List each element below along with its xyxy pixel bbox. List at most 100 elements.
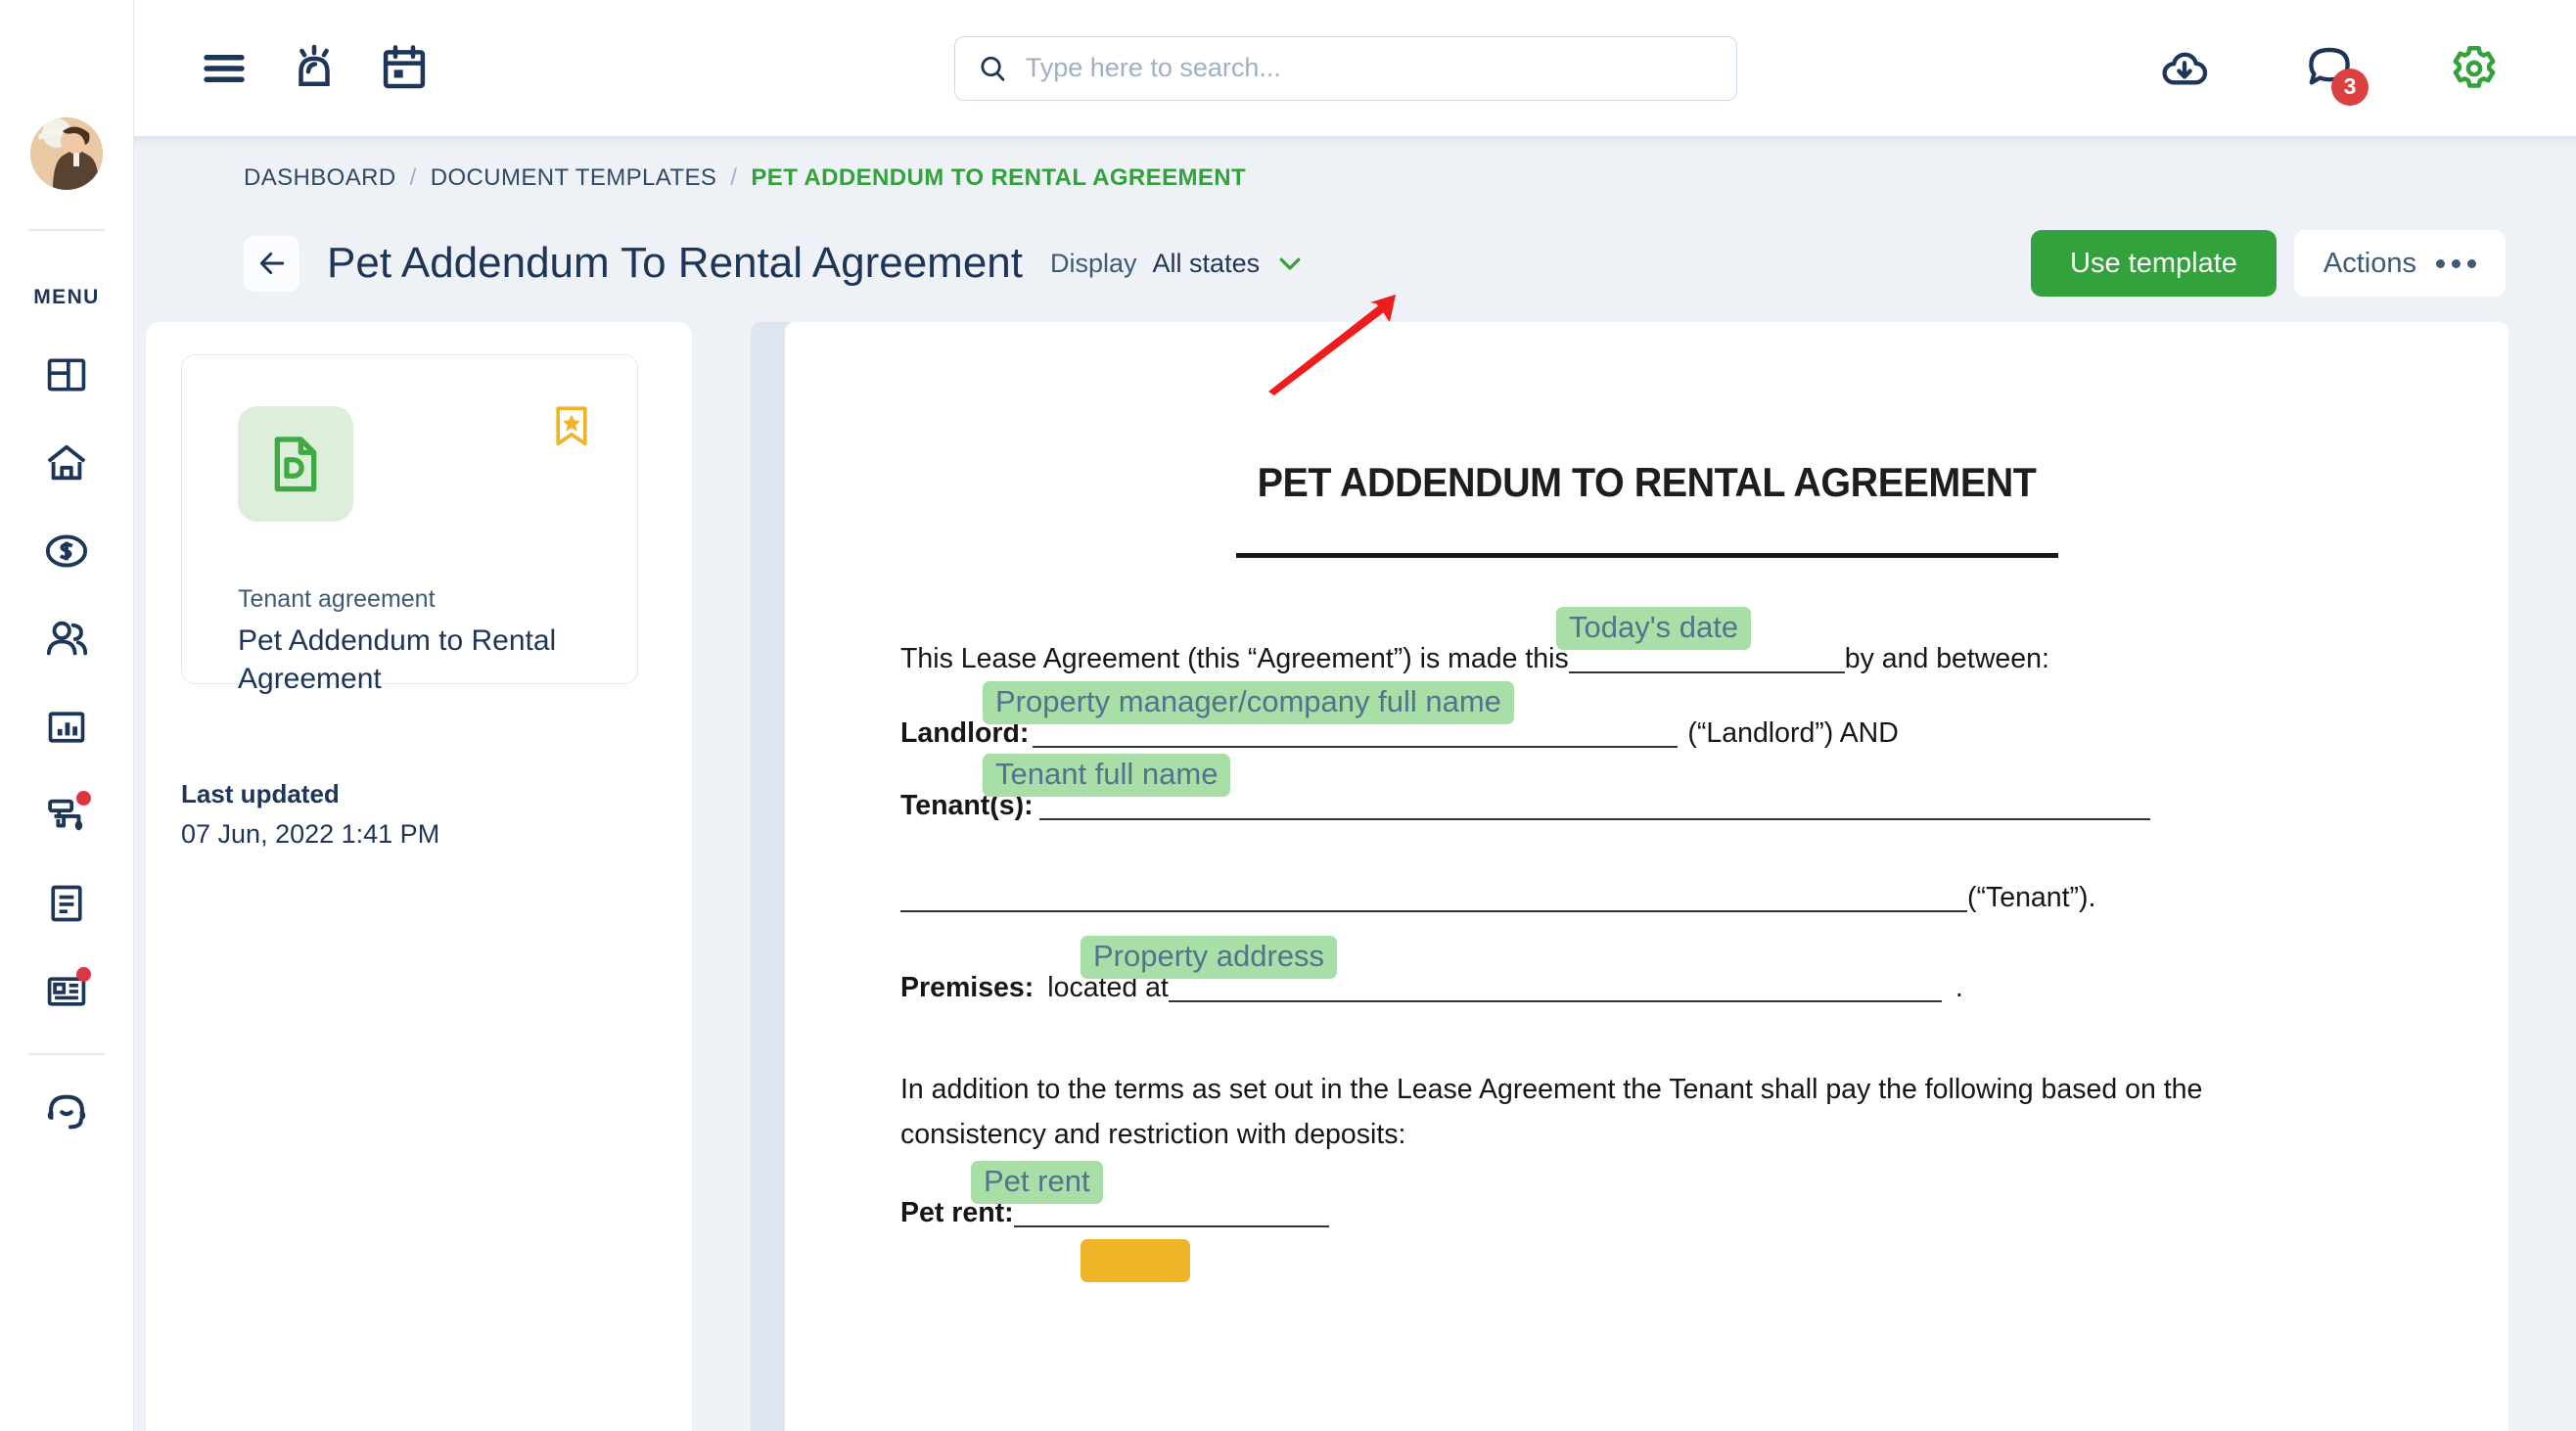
- chat-count-badge: 3: [2331, 68, 2369, 106]
- bookmark-star-icon: [556, 406, 587, 446]
- document-line-tenant-continued: (“Tenant”).: [900, 883, 2393, 912]
- sidebar-item-finance[interactable]: [23, 507, 111, 595]
- display-filter-label: Display: [1050, 248, 1137, 278]
- placeholder-property-address[interactable]: Property address: [1081, 936, 1338, 979]
- breadcrumb-item-dashboard[interactable]: DASHBOARD: [244, 164, 396, 192]
- back-button[interactable]: [244, 235, 299, 292]
- calendar-icon: [383, 44, 426, 88]
- document-line-agreement-date: This Lease Agreement (this “Agreement”) …: [900, 607, 2393, 674]
- topbar-left-icons: [134, 23, 449, 114]
- page-title: Pet Addendum To Rental Agreement: [327, 239, 1024, 287]
- agreement-intro-suffix: by and between:: [1844, 642, 2049, 674]
- placeholder-clipped-next[interactable]: [1081, 1239, 1191, 1283]
- document-page: PET ADDENDUM TO RENTAL AGREEMENT This Le…: [785, 322, 2508, 1431]
- document-line-pet-rent: Pet rent: Pet rent: [900, 1161, 2393, 1228]
- page-header-actions: Use template Actions: [2031, 230, 2506, 297]
- sidebar-item-dashboard[interactable]: [23, 331, 111, 419]
- document-paragraph-terms: In addition to the terms as set out in t…: [900, 1074, 2203, 1151]
- bar-chart-icon: [48, 712, 85, 743]
- notification-dot-badge: [76, 967, 91, 982]
- document-line-premises: Premises: located at . Property address: [900, 936, 2393, 1003]
- agreement-intro-text: This Lease Agreement (this “Agreement”) …: [900, 642, 1569, 674]
- headset-support-icon: [47, 1094, 86, 1130]
- content-area: DASHBOARD / DOCUMENT TEMPLATES / PET ADD…: [134, 136, 2576, 1431]
- cloud-download-icon: [2162, 52, 2208, 84]
- template-name: Pet Addendum to Rental Agreement: [238, 624, 557, 695]
- placeholder-tenant-name[interactable]: Tenant full name: [983, 754, 1231, 797]
- hamburger-menu-icon: [204, 54, 245, 82]
- avatar[interactable]: [30, 117, 103, 190]
- document-d-icon: [274, 437, 317, 492]
- breadcrumb-separator: /: [409, 164, 417, 191]
- template-icon-box: [238, 406, 353, 522]
- search-container: [954, 35, 1737, 101]
- search-box[interactable]: [954, 35, 1737, 101]
- breadcrumb: DASHBOARD / DOCUMENT TEMPLATES / PET ADD…: [244, 164, 1246, 192]
- topbar-shadow: [134, 136, 2576, 146]
- document-text-icon: [51, 885, 82, 922]
- chevron-down-icon: [1279, 257, 1301, 270]
- search-icon: [981, 56, 1005, 81]
- document-line-tenant: Tenant(s): Tenant full name: [900, 754, 2393, 820]
- sidebar-item-documents[interactable]: [23, 859, 111, 947]
- document-title-rule: [1235, 553, 2058, 558]
- dashboard-grid-icon: [47, 358, 86, 392]
- alarm-button[interactable]: [269, 23, 359, 114]
- bookmark-button[interactable]: [550, 404, 593, 454]
- hamburger-menu-button[interactable]: [179, 23, 269, 114]
- downloads-button[interactable]: [2139, 23, 2230, 114]
- ellipsis-icon: [2436, 258, 2476, 268]
- dollar-coin-icon: [45, 534, 88, 568]
- placeholder-todays-date[interactable]: Today's date: [1556, 607, 1752, 650]
- topbar-right-icons: 3: [2139, 23, 2519, 114]
- sidebar-item-reports[interactable]: [23, 683, 111, 771]
- display-filter-value: All states: [1152, 248, 1261, 278]
- rail-icon-list: [23, 331, 111, 1036]
- last-updated-label: Last updated: [181, 779, 340, 808]
- premises-label: Premises:: [900, 971, 1035, 1003]
- document-title: PET ADDENDUM TO RENTAL AGREEMENT: [1257, 459, 2037, 505]
- document-body: This Lease Agreement (this “Agreement”) …: [900, 607, 2393, 1283]
- document-viewer[interactable]: PET ADDENDUM TO RENTAL AGREEMENT This Le…: [751, 322, 2508, 1431]
- rail-divider: [28, 229, 105, 231]
- sidebar-item-maintenance[interactable]: [23, 771, 111, 859]
- notification-dot-badge: [76, 791, 91, 806]
- document-line-landlord: Landlord: (“Landlord”) AND Property mana…: [900, 681, 2393, 749]
- top-bar: 3: [134, 0, 2576, 136]
- last-updated-value: 07 Jun, 2022 1:41 PM: [181, 819, 440, 849]
- left-sidebar-rail: MENU: [0, 0, 134, 1431]
- search-input[interactable]: [1025, 53, 1715, 83]
- arrow-left-icon: [259, 252, 284, 275]
- use-template-button[interactable]: Use template: [2031, 230, 2277, 297]
- tenant-suffix: (“Tenant”).: [1967, 881, 2096, 913]
- template-category: Tenant agreement: [238, 585, 436, 613]
- alarm-bell-icon: [299, 44, 330, 86]
- home-icon: [47, 444, 86, 481]
- sidebar-item-support[interactable]: [23, 1067, 111, 1155]
- gear-icon: [2453, 45, 2496, 88]
- settings-button[interactable]: [2429, 23, 2519, 114]
- actions-button[interactable]: Actions: [2293, 230, 2506, 297]
- calendar-button[interactable]: [359, 23, 449, 114]
- breadcrumb-item-document-templates[interactable]: DOCUMENT TEMPLATES: [431, 164, 717, 192]
- actions-button-label: Actions: [2323, 247, 2416, 279]
- placeholder-pet-rent[interactable]: Pet rent: [971, 1161, 1103, 1205]
- display-state-filter[interactable]: Display All states: [1050, 249, 1305, 279]
- breadcrumb-separator: /: [730, 164, 738, 191]
- people-icon: [46, 621, 88, 656]
- page-header: Pet Addendum To Rental Agreement Display…: [244, 224, 2506, 302]
- breadcrumb-item-current: PET ADDENDUM TO RENTAL AGREEMENT: [751, 164, 1247, 191]
- premises-period: .: [1955, 971, 1963, 1003]
- template-card[interactable]: Tenant agreement Pet Addendum to Rental …: [181, 354, 638, 695]
- rail-divider-bottom: [28, 1053, 105, 1055]
- sidebar-item-tenants[interactable]: [23, 595, 111, 683]
- template-info-panel: Tenant agreement Pet Addendum to Rental …: [146, 322, 692, 1431]
- app-root: MENU Type here to search... 3 DASHBOARD …: [0, 0, 2576, 1431]
- sidebar-item-news[interactable]: [23, 947, 111, 1036]
- sidebar-item-home[interactable]: [23, 419, 111, 507]
- messages-button[interactable]: 3: [2284, 23, 2374, 114]
- placeholder-property-manager[interactable]: Property manager/company full name: [983, 681, 1514, 724]
- landlord-suffix: (“Landlord”) AND: [1687, 716, 1899, 749]
- menu-section-label: MENU: [33, 286, 100, 308]
- tenant-blank-continued[interactable]: [900, 883, 1967, 912]
